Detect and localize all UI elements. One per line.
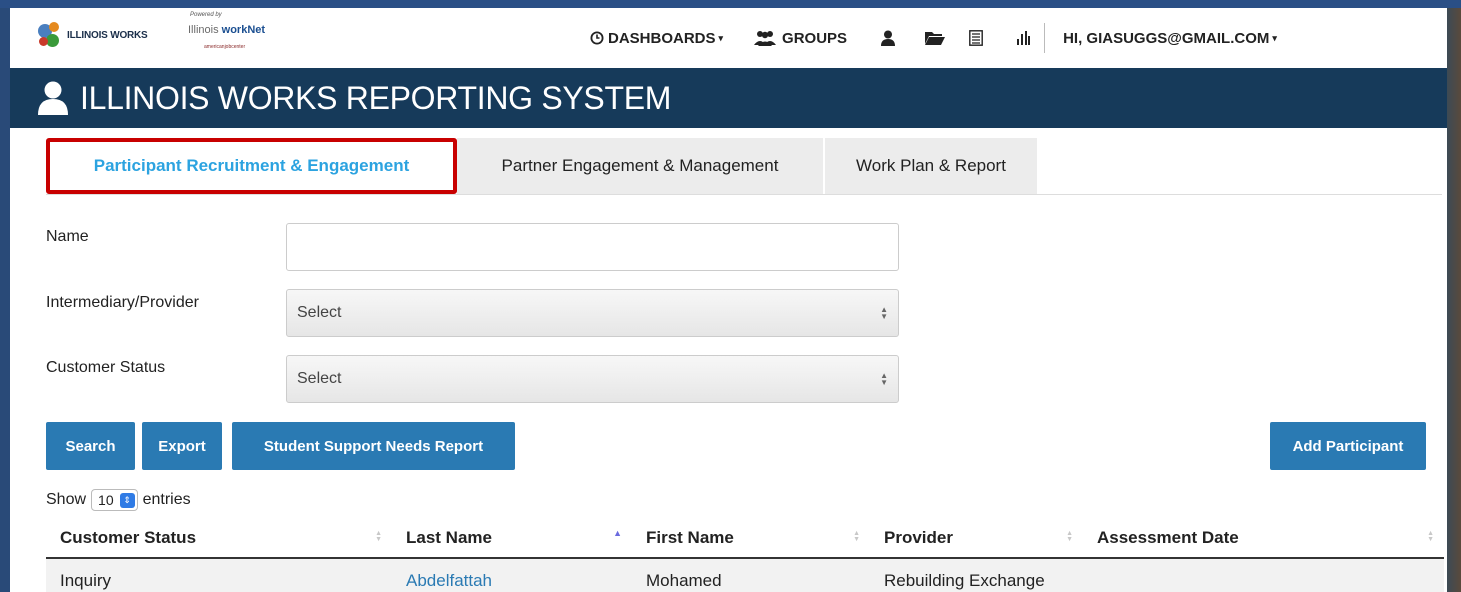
select-arrows-icon: ▲ ▼ bbox=[880, 305, 888, 321]
provider-select[interactable]: Select ▲ ▼ bbox=[286, 289, 899, 337]
page-length-value: 10 bbox=[98, 492, 114, 508]
users-icon bbox=[754, 31, 777, 46]
list-icon bbox=[969, 30, 983, 46]
american-job-center-text: americanjobcenter bbox=[204, 44, 246, 50]
page-length-control: Show 10 ⇕ entries bbox=[46, 489, 191, 511]
nav-user-label: HI, GIASUGGS@GMAIL.COM bbox=[1063, 29, 1270, 47]
participants-table: Customer Status ▲ ▼ Last Name ▲ First Name ▲… bbox=[46, 518, 1444, 592]
page: ILLINOIS WORKS Powered by Illinois workN… bbox=[10, 8, 1447, 592]
worknet-logo[interactable]: Powered by Illinois workNet americanjobc… bbox=[186, 12, 266, 60]
chevron-down-icon: ▾ bbox=[718, 32, 724, 43]
nav-user-menu[interactable]: HI, GIASUGGS@GMAIL.COM ▾ bbox=[1063, 30, 1277, 47]
nav-list[interactable] bbox=[969, 30, 983, 46]
clock-icon bbox=[590, 31, 604, 45]
sort-ascending-icon: ▲ bbox=[613, 528, 622, 538]
nav-divider bbox=[1044, 23, 1046, 53]
nav-dashboards[interactable]: DASHBOARDS ▾ bbox=[590, 30, 723, 47]
show-label: Show bbox=[46, 491, 87, 508]
chevron-down-icon: ▾ bbox=[1272, 32, 1277, 43]
sort-icon: ▲ ▼ bbox=[1427, 530, 1434, 543]
cell-provider: Rebuilding Exchange bbox=[870, 558, 1083, 592]
cell-assessment-date bbox=[1083, 558, 1444, 592]
student-support-report-button[interactable]: Student Support Needs Report bbox=[232, 422, 515, 470]
page-banner: ILLINOIS WORKS REPORTING SYSTEM bbox=[10, 68, 1447, 128]
status-select[interactable]: Select ▲ ▼ bbox=[286, 355, 899, 403]
col-assessment-date[interactable]: Assessment Date ▲ ▼ bbox=[1083, 518, 1444, 559]
top-navbar: ILLINOIS WORKS Powered by Illinois workN… bbox=[10, 8, 1447, 68]
folder-icon bbox=[925, 32, 946, 45]
nav-reports[interactable] bbox=[1017, 31, 1031, 45]
status-select-value: Select bbox=[297, 370, 342, 387]
spinner-icon: ⇕ bbox=[119, 492, 135, 508]
user-icon bbox=[38, 81, 68, 115]
participant-link[interactable]: Abdelfattah bbox=[406, 571, 492, 590]
bar-chart-icon bbox=[1017, 31, 1031, 45]
cell-customer-status: Inquiry bbox=[46, 558, 392, 592]
tab-work-plan[interactable]: Work Plan & Report bbox=[825, 138, 1037, 194]
table-row: Inquiry Abdelfattah Mohamed Rebuilding E… bbox=[46, 558, 1444, 592]
name-input[interactable] bbox=[286, 223, 899, 271]
sort-icon: ▲ ▼ bbox=[1066, 530, 1073, 543]
provider-select-value: Select bbox=[297, 304, 342, 321]
sort-icon: ▲ ▼ bbox=[853, 530, 860, 543]
sort-icon: ▲ ▼ bbox=[375, 530, 382, 543]
tab-participant-recruitment[interactable]: Participant Recruitment & Engagement bbox=[46, 138, 457, 194]
select-arrows-icon: ▲ ▼ bbox=[880, 371, 888, 387]
search-button[interactable]: Search bbox=[46, 422, 135, 470]
page-length-select[interactable]: 10 ⇕ bbox=[91, 489, 138, 511]
tab-partner-engagement[interactable]: Partner Engagement & Management bbox=[457, 138, 823, 194]
window-right-edge bbox=[1447, 8, 1461, 592]
user-icon bbox=[881, 30, 896, 46]
cell-first-name: Mohamed bbox=[632, 558, 870, 592]
nav-groups-label: GROUPS bbox=[782, 29, 848, 47]
logo-text: ILLINOIS WORKS bbox=[67, 29, 148, 41]
page-title: ILLINOIS WORKS REPORTING SYSTEM bbox=[80, 79, 672, 116]
tab-bar: Participant Recruitment & Engagement Par… bbox=[46, 138, 1037, 194]
cell-last-name: Abdelfattah bbox=[392, 558, 632, 592]
tabs-underline bbox=[46, 194, 1442, 195]
add-participant-button[interactable]: Add Participant bbox=[1270, 422, 1426, 470]
col-last-name[interactable]: Last Name ▲ bbox=[392, 518, 632, 559]
nav-profile[interactable] bbox=[881, 30, 896, 46]
window-left-edge bbox=[0, 8, 10, 592]
window-top-strip bbox=[0, 0, 1461, 8]
nav-menu: DASHBOARDS ▾ GROUPS HI, GIASUGGS@GMAIL.C… bbox=[580, 8, 1277, 68]
export-button[interactable]: Export bbox=[142, 422, 222, 470]
col-customer-status[interactable]: Customer Status ▲ ▼ bbox=[46, 518, 392, 559]
status-label: Customer Status bbox=[46, 359, 166, 376]
provider-label: Intermediary/Provider bbox=[46, 294, 199, 311]
worknet-text: Illinois workNet bbox=[188, 24, 266, 36]
col-first-name[interactable]: First Name ▲ ▼ bbox=[632, 518, 870, 559]
illinois-works-logo[interactable]: ILLINOIS WORKS bbox=[38, 20, 148, 50]
table-header-row: Customer Status ▲ ▼ Last Name ▲ First Name ▲… bbox=[46, 518, 1444, 559]
col-provider[interactable]: Provider ▲ ▼ bbox=[870, 518, 1083, 559]
gears-icon bbox=[38, 22, 64, 48]
nav-dashboards-label: DASHBOARDS bbox=[608, 29, 716, 47]
powered-by-text: Powered by bbox=[190, 12, 222, 18]
nav-groups[interactable]: GROUPS bbox=[753, 30, 847, 47]
nav-folder[interactable] bbox=[925, 31, 946, 45]
entries-label: entries bbox=[142, 491, 191, 508]
name-label: Name bbox=[46, 228, 89, 245]
